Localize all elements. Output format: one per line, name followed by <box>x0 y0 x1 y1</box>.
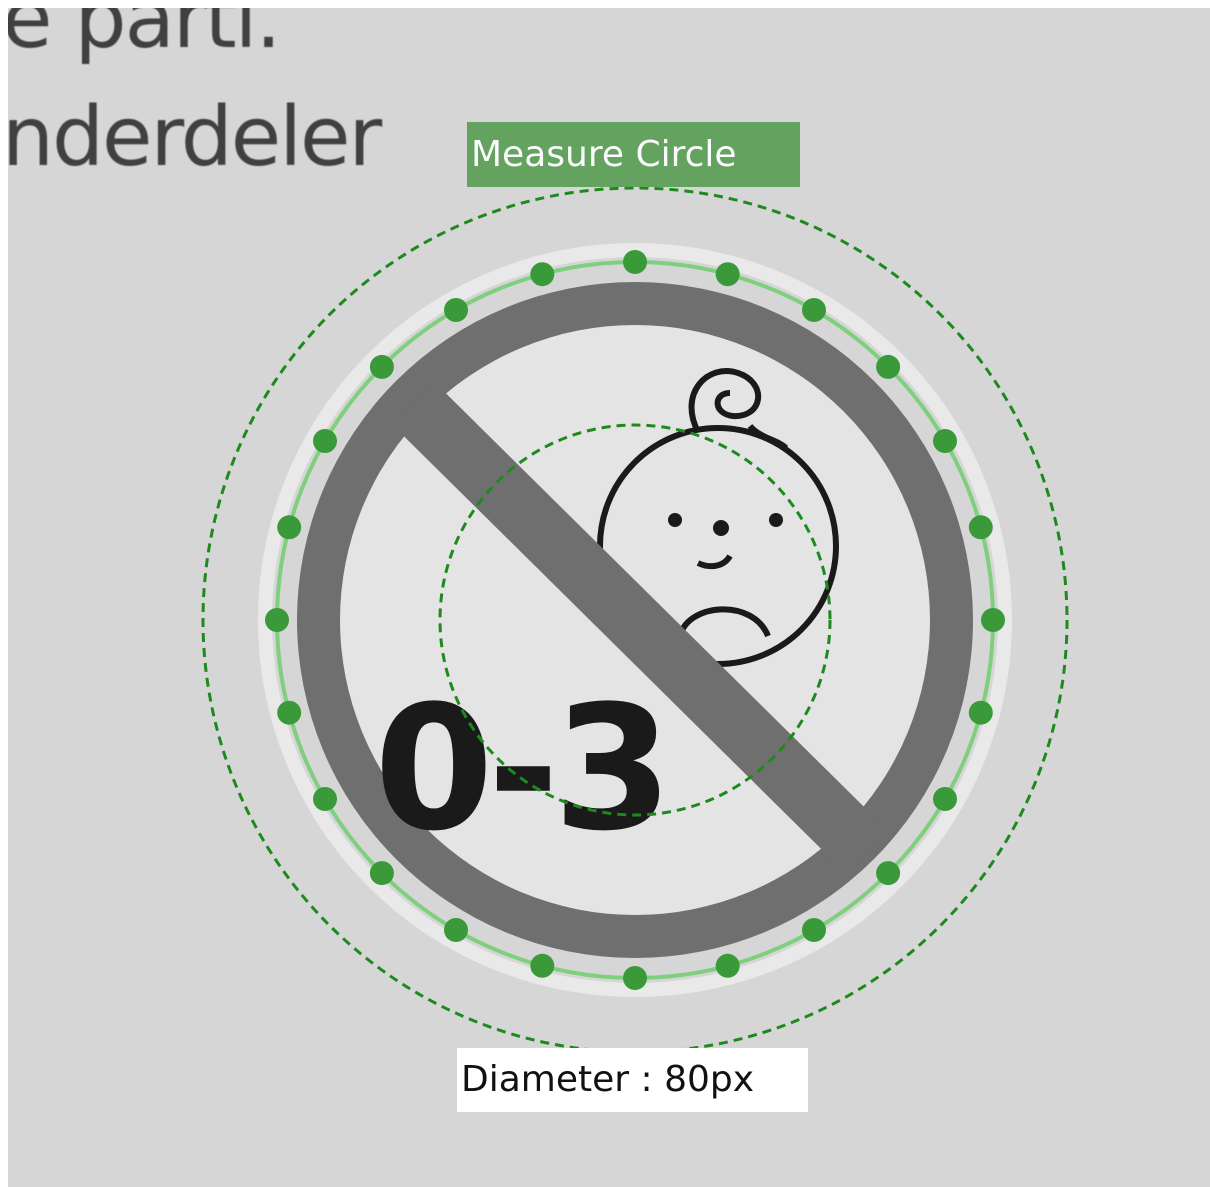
edge-point-handle[interactable] <box>715 262 740 287</box>
age-range-text: 0-3 <box>374 668 667 869</box>
edge-point-handle[interactable] <box>876 861 901 886</box>
baby-nose <box>713 520 729 536</box>
edge-point-handle[interactable] <box>444 298 468 322</box>
edge-point-handle[interactable] <box>933 429 957 453</box>
edge-point-handle[interactable] <box>265 608 289 632</box>
edge-point-handle[interactable] <box>802 918 826 942</box>
edge-point-handle[interactable] <box>444 918 468 942</box>
baby-eye-left <box>668 513 682 527</box>
edge-point-handle[interactable] <box>981 608 1005 632</box>
edge-point-handle[interactable] <box>530 262 555 287</box>
edge-point-handle[interactable] <box>313 787 337 811</box>
edge-point-handle[interactable] <box>968 515 993 540</box>
edge-point-handle[interactable] <box>715 953 740 978</box>
edge-point-handle[interactable] <box>968 700 993 725</box>
edge-point-handle[interactable] <box>277 515 302 540</box>
baby-eye-right <box>769 513 783 527</box>
diameter-result-label: Diameter : 80px <box>457 1048 808 1112</box>
edge-point-handle[interactable] <box>313 429 337 453</box>
edge-point-handle[interactable] <box>369 861 394 886</box>
edge-point-handle[interactable] <box>369 354 394 379</box>
measure-tool-label: Measure Circle <box>467 122 800 187</box>
edge-point-handle[interactable] <box>623 966 647 990</box>
edge-point-handle[interactable] <box>530 953 555 978</box>
image-viewport[interactable]: e parti. nderdeler 0-3 Measure Circle Di… <box>8 8 1210 1187</box>
edge-point-handle[interactable] <box>802 298 826 322</box>
edge-point-handle[interactable] <box>876 354 901 379</box>
edge-point-handle[interactable] <box>623 250 647 274</box>
edge-point-handle[interactable] <box>277 700 302 725</box>
edge-point-handle[interactable] <box>933 787 957 811</box>
